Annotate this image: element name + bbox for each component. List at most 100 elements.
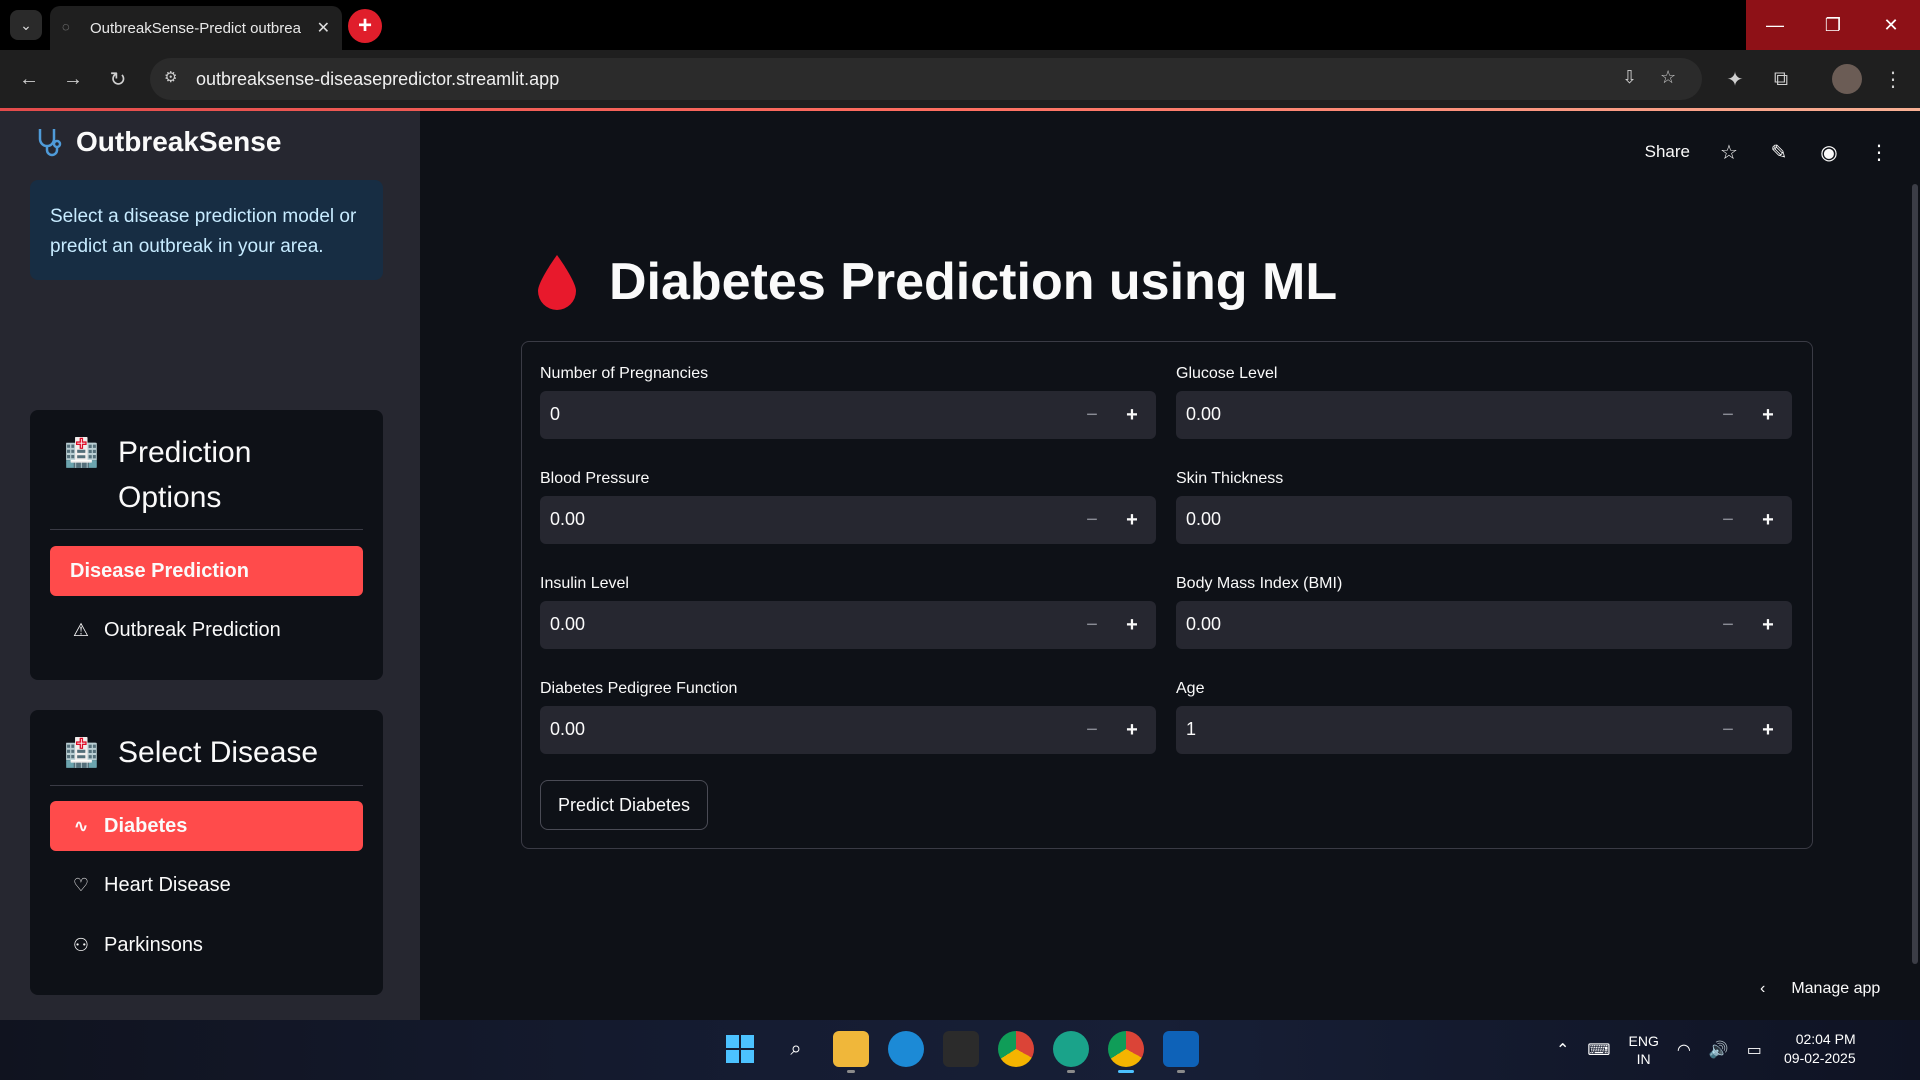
windows-start-icon[interactable] bbox=[722, 1031, 758, 1067]
tab-search-icon[interactable]: ⌄ bbox=[10, 10, 42, 40]
edge-dev-icon[interactable] bbox=[1053, 1031, 1089, 1067]
decrement-icon[interactable]: − bbox=[1714, 401, 1742, 429]
edge-icon[interactable] bbox=[888, 1031, 924, 1067]
field-value: 0.00 bbox=[1186, 509, 1222, 529]
vscode-icon[interactable] bbox=[1163, 1031, 1199, 1067]
mysql-icon[interactable] bbox=[943, 1031, 979, 1067]
decrement-icon[interactable]: − bbox=[1078, 506, 1106, 534]
menu-divider bbox=[50, 529, 363, 530]
decrement-icon[interactable]: − bbox=[1078, 716, 1106, 744]
blood-drop-icon bbox=[538, 255, 576, 310]
menu-item-label: Heart Disease bbox=[104, 873, 231, 896]
sidebar-brand: OutbreakSense bbox=[34, 126, 281, 158]
increment-icon[interactable]: + bbox=[1118, 611, 1146, 639]
predict-diabetes-button[interactable]: Predict Diabetes bbox=[540, 780, 708, 830]
field-value: 0.00 bbox=[1186, 614, 1222, 634]
install-app-icon[interactable]: ⇩ bbox=[1622, 67, 1646, 91]
menu-item-label: Outbreak Prediction bbox=[104, 618, 281, 641]
active-indicator bbox=[1118, 1070, 1134, 1073]
menu-item-outbreak-prediction[interactable]: ⚠ Outbreak Prediction bbox=[50, 605, 363, 655]
battery-icon[interactable]: ▭ bbox=[1747, 1040, 1762, 1060]
browser-tab-bar: ⌄ ◌ OutbreakSense-Predict outbrea ✕ + — … bbox=[0, 0, 1920, 50]
site-info-icon[interactable]: ⚙ bbox=[164, 68, 186, 90]
increment-icon[interactable]: + bbox=[1754, 506, 1782, 534]
decrement-icon[interactable]: − bbox=[1078, 611, 1106, 639]
taskbar-clock[interactable]: 02:04 PM 09-02-2025 bbox=[1784, 1030, 1856, 1068]
keyboard-icon[interactable]: ⌨ bbox=[1587, 1040, 1610, 1060]
sidebar-info-box: Select a disease prediction model or pre… bbox=[30, 180, 383, 280]
decrement-icon[interactable]: − bbox=[1714, 611, 1742, 639]
manage-app-button[interactable]: ‹ Manage app bbox=[1760, 980, 1880, 998]
decrement-icon[interactable]: − bbox=[1078, 401, 1106, 429]
bookmark-star-icon[interactable]: ☆ bbox=[1660, 67, 1684, 91]
page-title-text: Diabetes Prediction using ML bbox=[609, 253, 1338, 311]
prediction-options-menu: 🏥 Prediction Options Disease Prediction … bbox=[30, 410, 383, 680]
increment-icon[interactable]: + bbox=[1118, 716, 1146, 744]
select-disease-menu: 🏥 Select Disease ∿ Diabetes ♡ Heart Dise… bbox=[30, 710, 383, 995]
increment-icon[interactable]: + bbox=[1754, 611, 1782, 639]
chevron-left-icon: ‹ bbox=[1760, 980, 1766, 997]
field-label: Insulin Level bbox=[540, 575, 629, 592]
scrollbar[interactable] bbox=[1912, 184, 1918, 964]
star-icon[interactable]: ☆ bbox=[1718, 141, 1740, 164]
browser-tab[interactable]: ◌ OutbreakSense-Predict outbrea ✕ bbox=[50, 6, 342, 50]
hospital-icon: 🏥 bbox=[64, 437, 99, 468]
browser-menu-icon[interactable]: ⋮ bbox=[1878, 64, 1908, 94]
skin-thickness-number-input[interactable]: 0.00 − + bbox=[1176, 496, 1792, 544]
blood-pressure-number-input[interactable]: 0.00 − + bbox=[540, 496, 1156, 544]
language-indicator[interactable]: ENG IN bbox=[1629, 1032, 1659, 1068]
brand-name: OutbreakSense bbox=[76, 126, 282, 157]
profile-avatar[interactable] bbox=[1832, 64, 1862, 94]
url-text: outbreaksense-diseasepredictor.streamlit… bbox=[196, 69, 560, 89]
age-number-input[interactable]: 1 − + bbox=[1176, 706, 1792, 754]
github-icon[interactable]: ◉ bbox=[1818, 141, 1840, 164]
menu-title: Select Disease bbox=[118, 736, 319, 769]
app-menu-icon[interactable]: ⋮ bbox=[1868, 141, 1890, 164]
decrement-icon[interactable]: − bbox=[1714, 506, 1742, 534]
file-explorer-icon[interactable] bbox=[833, 1031, 869, 1067]
wifi-icon[interactable]: ◠ bbox=[1677, 1040, 1691, 1060]
app-header: Share ☆ ✎ ◉ ⋮ bbox=[1645, 141, 1890, 164]
address-bar[interactable]: ⚙ outbreaksense-diseasepredictor.streaml… bbox=[150, 58, 1702, 100]
insulin-number-input[interactable]: 0.00 − + bbox=[540, 601, 1156, 649]
share-button[interactable]: Share bbox=[1645, 142, 1690, 162]
extensions-icon[interactable]: ⧉ bbox=[1766, 64, 1796, 94]
menu-item-parkinsons[interactable]: ⚇ Parkinsons bbox=[50, 920, 363, 970]
increment-icon[interactable]: + bbox=[1118, 506, 1146, 534]
glucose-number-input[interactable]: 0.00 − + bbox=[1176, 391, 1792, 439]
reload-icon[interactable]: ↻ bbox=[103, 64, 133, 94]
decrement-icon[interactable]: − bbox=[1714, 716, 1742, 744]
search-icon[interactable]: ⌕ bbox=[778, 1031, 814, 1067]
close-window-icon[interactable]: ✕ bbox=[1862, 0, 1920, 50]
edit-icon[interactable]: ✎ bbox=[1768, 141, 1790, 164]
field-value: 0 bbox=[550, 404, 561, 424]
increment-icon[interactable]: + bbox=[1754, 401, 1782, 429]
chevron-up-icon[interactable]: ⌃ bbox=[1556, 1040, 1569, 1060]
window-controls: — ❐ ✕ bbox=[1746, 0, 1920, 50]
pregnancies-number-input[interactable]: 0 − + bbox=[540, 391, 1156, 439]
volume-icon[interactable]: 🔊 bbox=[1709, 1040, 1729, 1060]
minimize-icon[interactable]: — bbox=[1746, 0, 1804, 50]
activity-icon: ∿ bbox=[73, 815, 89, 836]
hospital-icon: 🏥 bbox=[64, 737, 99, 768]
field-label: Skin Thickness bbox=[1176, 470, 1284, 487]
increment-icon[interactable]: + bbox=[1754, 716, 1782, 744]
chrome-icon[interactable] bbox=[998, 1031, 1034, 1067]
chrome-profile-icon[interactable] bbox=[1108, 1031, 1144, 1067]
gemini-icon[interactable]: ✦ bbox=[1720, 64, 1750, 94]
back-icon[interactable]: ← bbox=[14, 64, 44, 94]
menu-item-diabetes[interactable]: ∿ Diabetes bbox=[50, 801, 363, 851]
restore-icon[interactable]: ❐ bbox=[1804, 0, 1862, 50]
menu-divider bbox=[50, 785, 363, 786]
new-tab-button[interactable]: + bbox=[348, 9, 382, 43]
menu-item-disease-prediction[interactable]: Disease Prediction bbox=[50, 546, 363, 596]
increment-icon[interactable]: + bbox=[1118, 401, 1146, 429]
browser-toolbar: ← → ↻ ⚙ outbreaksense-diseasepredictor.s… bbox=[0, 50, 1920, 108]
close-tab-icon[interactable]: ✕ bbox=[317, 18, 330, 38]
forward-icon[interactable]: → bbox=[58, 64, 88, 94]
menu-item-heart-disease[interactable]: ♡ Heart Disease bbox=[50, 860, 363, 910]
pedigree-number-input[interactable]: 0.00 − + bbox=[540, 706, 1156, 754]
bmi-number-input[interactable]: 0.00 − + bbox=[1176, 601, 1792, 649]
field-value: 0.00 bbox=[1186, 404, 1222, 424]
heart-icon: ♡ bbox=[72, 874, 90, 895]
